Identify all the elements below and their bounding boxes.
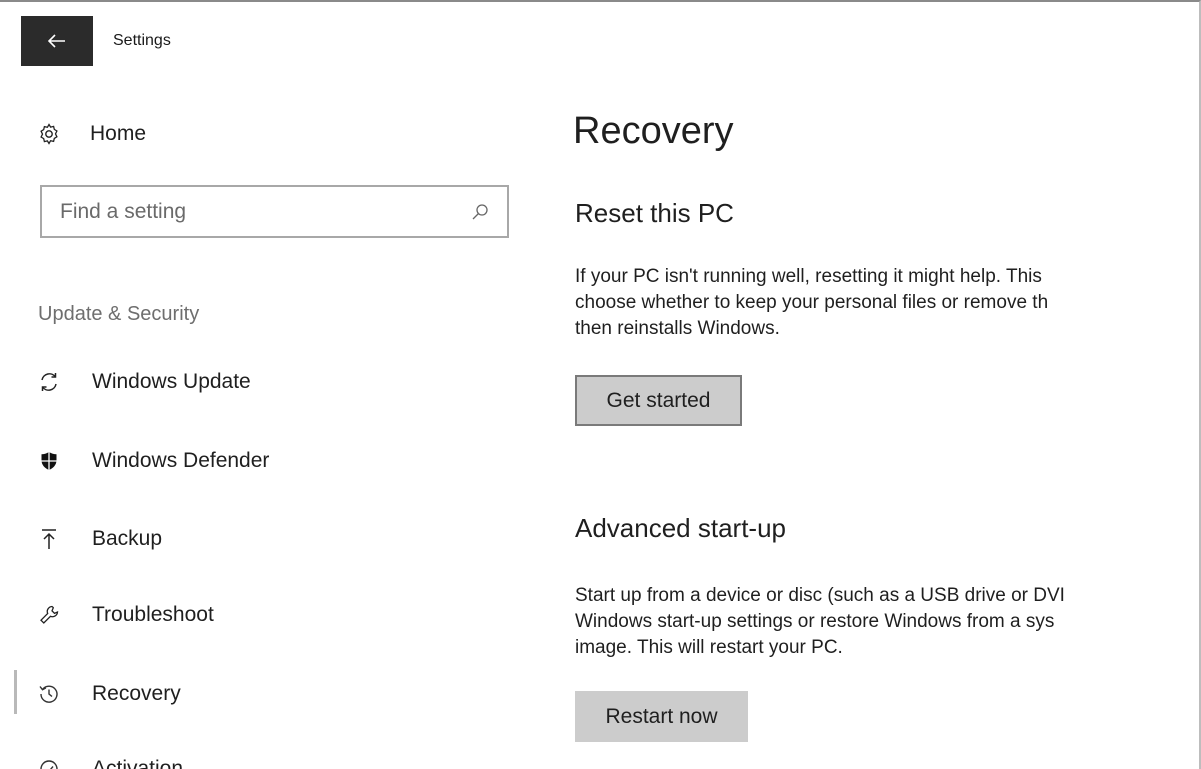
back-button[interactable] [21, 16, 93, 66]
upload-arrow-icon [38, 524, 72, 554]
reset-description-line: then reinstalls Windows. [575, 318, 780, 339]
sidebar-item-windows-update[interactable]: Windows Update [38, 359, 508, 405]
shield-icon [38, 446, 72, 476]
get-started-button[interactable]: Get started [575, 375, 742, 426]
sidebar-item-label: Recovery [92, 682, 181, 705]
selected-indicator [14, 670, 17, 714]
search-field[interactable] [40, 185, 509, 238]
advanced-description-line: Start up from a device or disc (such as … [575, 585, 1065, 606]
sidebar-item-activation[interactable]: Activation [38, 746, 508, 769]
arrow-left-icon [48, 34, 65, 48]
advanced-description-line: Windows start-up settings or restore Win… [575, 611, 1055, 632]
sidebar-item-windows-defender[interactable]: Windows Defender [38, 438, 508, 484]
sidebar-item-label: Home [90, 122, 147, 145]
history-icon [38, 679, 72, 709]
sidebar-item-recovery[interactable]: Recovery [38, 671, 508, 717]
app-title: Settings [113, 32, 171, 49]
advanced-startup-heading: Advanced start-up [575, 513, 787, 543]
activation-icon [38, 754, 72, 769]
sidebar-item-label: Backup [92, 527, 163, 550]
sidebar-item-troubleshoot[interactable]: Troubleshoot [38, 592, 508, 638]
restart-now-button[interactable]: Restart now [575, 691, 748, 742]
settings-window: Settings Home Update & Security Windows … [0, 0, 1201, 769]
sidebar-item-label: Windows Update [92, 370, 251, 393]
search-icon [472, 203, 488, 219]
sidebar-item-home[interactable]: Home [38, 111, 508, 157]
reset-description-line: choose whether to keep your personal fil… [575, 292, 1049, 313]
page-title: Recovery [573, 110, 734, 152]
gear-icon [38, 119, 72, 149]
wrench-icon [38, 600, 72, 630]
reset-description: If your PC isn't running well, resetting… [575, 264, 1199, 342]
refresh-icon [38, 367, 72, 397]
sidebar-item-label: Windows Defender [92, 449, 270, 472]
sidebar-item-label: Troubleshoot [92, 603, 214, 626]
section-label: Update & Security [38, 303, 200, 325]
reset-description-line: If your PC isn't running well, resetting… [575, 266, 1042, 287]
sidebar-item-label: Activation [92, 757, 184, 769]
sidebar-item-backup[interactable]: Backup [38, 516, 508, 562]
advanced-startup-description: Start up from a device or disc (such as … [575, 583, 1199, 661]
search-input[interactable] [60, 199, 440, 224]
reset-heading: Reset this PC [575, 198, 734, 228]
advanced-description-line: image. This will restart your PC. [575, 637, 843, 658]
